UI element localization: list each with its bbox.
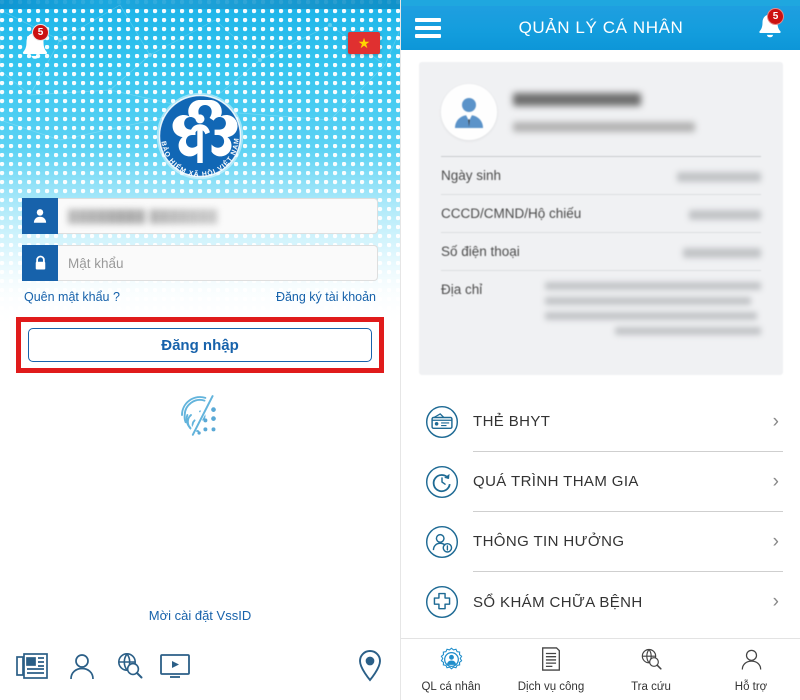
invite-install-text[interactable]: Mời cài đặt VssID: [0, 608, 400, 623]
notification-bell-button[interactable]: 5: [755, 8, 785, 44]
support-person-icon[interactable]: [62, 646, 102, 686]
page-title: QUẢN LÝ CÁ NHÂN: [518, 18, 684, 37]
register-account-link[interactable]: Đăng ký tài khoản: [276, 290, 376, 304]
menu-body: QUÁ TRÌNH THAM GIA ›: [473, 452, 783, 512]
tab-label: QL cá nhân: [421, 680, 481, 693]
menu-body: SỔ KHÁM CHỮA BỆNH ›: [473, 572, 783, 632]
location-pin-icon[interactable]: [350, 646, 390, 686]
profile-subtitle-redacted: [513, 121, 695, 132]
info-row-phone: Số điện thoại: [441, 232, 761, 270]
hamburger-menu-icon[interactable]: [415, 18, 441, 38]
vietnam-flag-icon[interactable]: ★: [348, 32, 380, 54]
personal-gear-icon: [439, 647, 464, 677]
menu-label: SỔ KHÁM CHỮA BỆNH: [473, 593, 643, 611]
health-insurance-card-icon: [419, 404, 465, 440]
tab-label: Dịch vụ công: [517, 681, 585, 693]
support-person-icon: [739, 647, 764, 677]
lookup-search-icon: [639, 647, 664, 677]
info-row-address: Địa chỉ: [441, 270, 761, 352]
password-placeholder: Mật khẩu: [68, 255, 124, 271]
password-field-row[interactable]: Mật khẩu: [22, 245, 378, 281]
menu-body: THẺ BHYT ›: [473, 392, 783, 452]
notification-badge: 5: [32, 24, 49, 41]
menu-item-qua-trinh-tham-gia[interactable]: QUÁ TRÌNH THAM GIA ›: [419, 452, 783, 512]
profile-name-redacted: [513, 92, 641, 106]
menu-item-thong-tin-huong[interactable]: THÔNG TIN HƯỞNG ›: [419, 512, 783, 572]
info-value-redacted: [683, 248, 761, 258]
info-label: Số điện thoại: [441, 244, 520, 259]
info-row-idcard: CCCD/CMND/Hộ chiếu: [441, 194, 761, 232]
info-value-redacted: [545, 282, 761, 342]
dual-screen-container: 5 ★ BẢO HIỂM XÃ HỘI VIỆT NAM ████████ ██…: [0, 0, 800, 700]
info-rows: Ngày sinh CCCD/CMND/Hộ chiếu Số điện tho…: [441, 156, 761, 352]
vssid-logo: BẢO HIỂM XÃ HỘI VIỆT NAM: [156, 92, 244, 180]
menu-item-the-bhyt[interactable]: THẺ BHYT ›: [419, 392, 783, 452]
tab-label: Tra cứu: [631, 680, 671, 693]
chevron-right-icon: ›: [772, 591, 779, 612]
chevron-right-icon: ›: [772, 530, 779, 552]
lock-icon: [22, 245, 58, 281]
info-value-redacted: [677, 172, 761, 182]
tab-tra-cuu[interactable]: Tra cứu: [601, 639, 701, 700]
notification-badge: 5: [767, 8, 784, 25]
status-bar: [401, 0, 800, 6]
menu-body: THÔNG TIN HƯỞNG ›: [473, 512, 783, 572]
login-links-row: Quên mật khẩu ? Đăng ký tài khoản: [24, 290, 376, 304]
bottom-tab-bar: QL cá nhân Dịch vụ công Tra cứu Hỗ trợ: [401, 638, 800, 700]
flag-star-icon: ★: [357, 35, 371, 51]
username-field-row[interactable]: ████████ ███████: [22, 198, 378, 234]
menu-item-so-kham-chua-benh[interactable]: SỔ KHÁM CHỮA BỆNH ›: [419, 572, 783, 632]
video-icon[interactable]: [155, 646, 195, 686]
info-row-birthdate: Ngày sinh: [441, 156, 761, 194]
tab-ho-tro[interactable]: Hỗ trợ: [701, 639, 800, 700]
profile-menu-list: THẺ BHYT › QUÁ TRÌNH THAM GIA › THÔNG TI…: [419, 392, 783, 632]
chevron-right-icon: ›: [772, 470, 779, 492]
tab-ql-ca-nhan[interactable]: QL cá nhân: [401, 639, 501, 700]
profile-header: [419, 62, 783, 140]
menu-label: THÔNG TIN HƯỞNG: [473, 533, 625, 550]
user-icon: [22, 198, 58, 234]
person-info-icon: [419, 524, 465, 560]
profile-screen: QUẢN LÝ CÁ NHÂN 5 Ngày sinh CCCD/CMND/Hộ…: [400, 0, 800, 700]
fingerprint-icon[interactable]: [173, 388, 227, 442]
login-button[interactable]: Đăng nhập: [28, 328, 372, 362]
info-value-redacted: [689, 210, 761, 220]
medical-cross-icon: [419, 584, 465, 620]
notification-bell-button[interactable]: 5: [18, 24, 52, 64]
news-icon[interactable]: [12, 646, 52, 686]
username-value: ████████ ███████: [68, 208, 218, 224]
profile-identity: [513, 92, 695, 132]
lookup-search-icon[interactable]: [110, 646, 150, 686]
personal-info-card: Ngày sinh CCCD/CMND/Hộ chiếu Số điện tho…: [419, 62, 783, 375]
login-screen: 5 ★ BẢO HIỂM XÃ HỘI VIỆT NAM ████████ ██…: [0, 0, 400, 700]
username-input[interactable]: ████████ ███████: [58, 198, 378, 234]
avatar: [441, 84, 497, 140]
login-bottom-icon-row: [0, 646, 400, 690]
tab-dich-vu-cong[interactable]: Dịch vụ công: [501, 639, 601, 700]
public-service-doc-icon: [539, 646, 563, 677]
menu-label: QUÁ TRÌNH THAM GIA: [473, 473, 639, 490]
tab-label: Hỗ trợ: [734, 680, 768, 693]
menu-label: THẺ BHYT: [473, 413, 551, 430]
info-label: CCCD/CMND/Hộ chiếu: [441, 206, 582, 221]
forgot-password-link[interactable]: Quên mật khẩu ?: [24, 290, 120, 304]
history-refresh-icon: [419, 464, 465, 500]
app-bar: QUẢN LÝ CÁ NHÂN 5: [401, 6, 800, 50]
password-input[interactable]: Mật khẩu: [58, 245, 378, 281]
info-label: Địa chỉ: [441, 282, 483, 297]
info-label: Ngày sinh: [441, 168, 502, 183]
chevron-right-icon: ›: [772, 410, 779, 432]
